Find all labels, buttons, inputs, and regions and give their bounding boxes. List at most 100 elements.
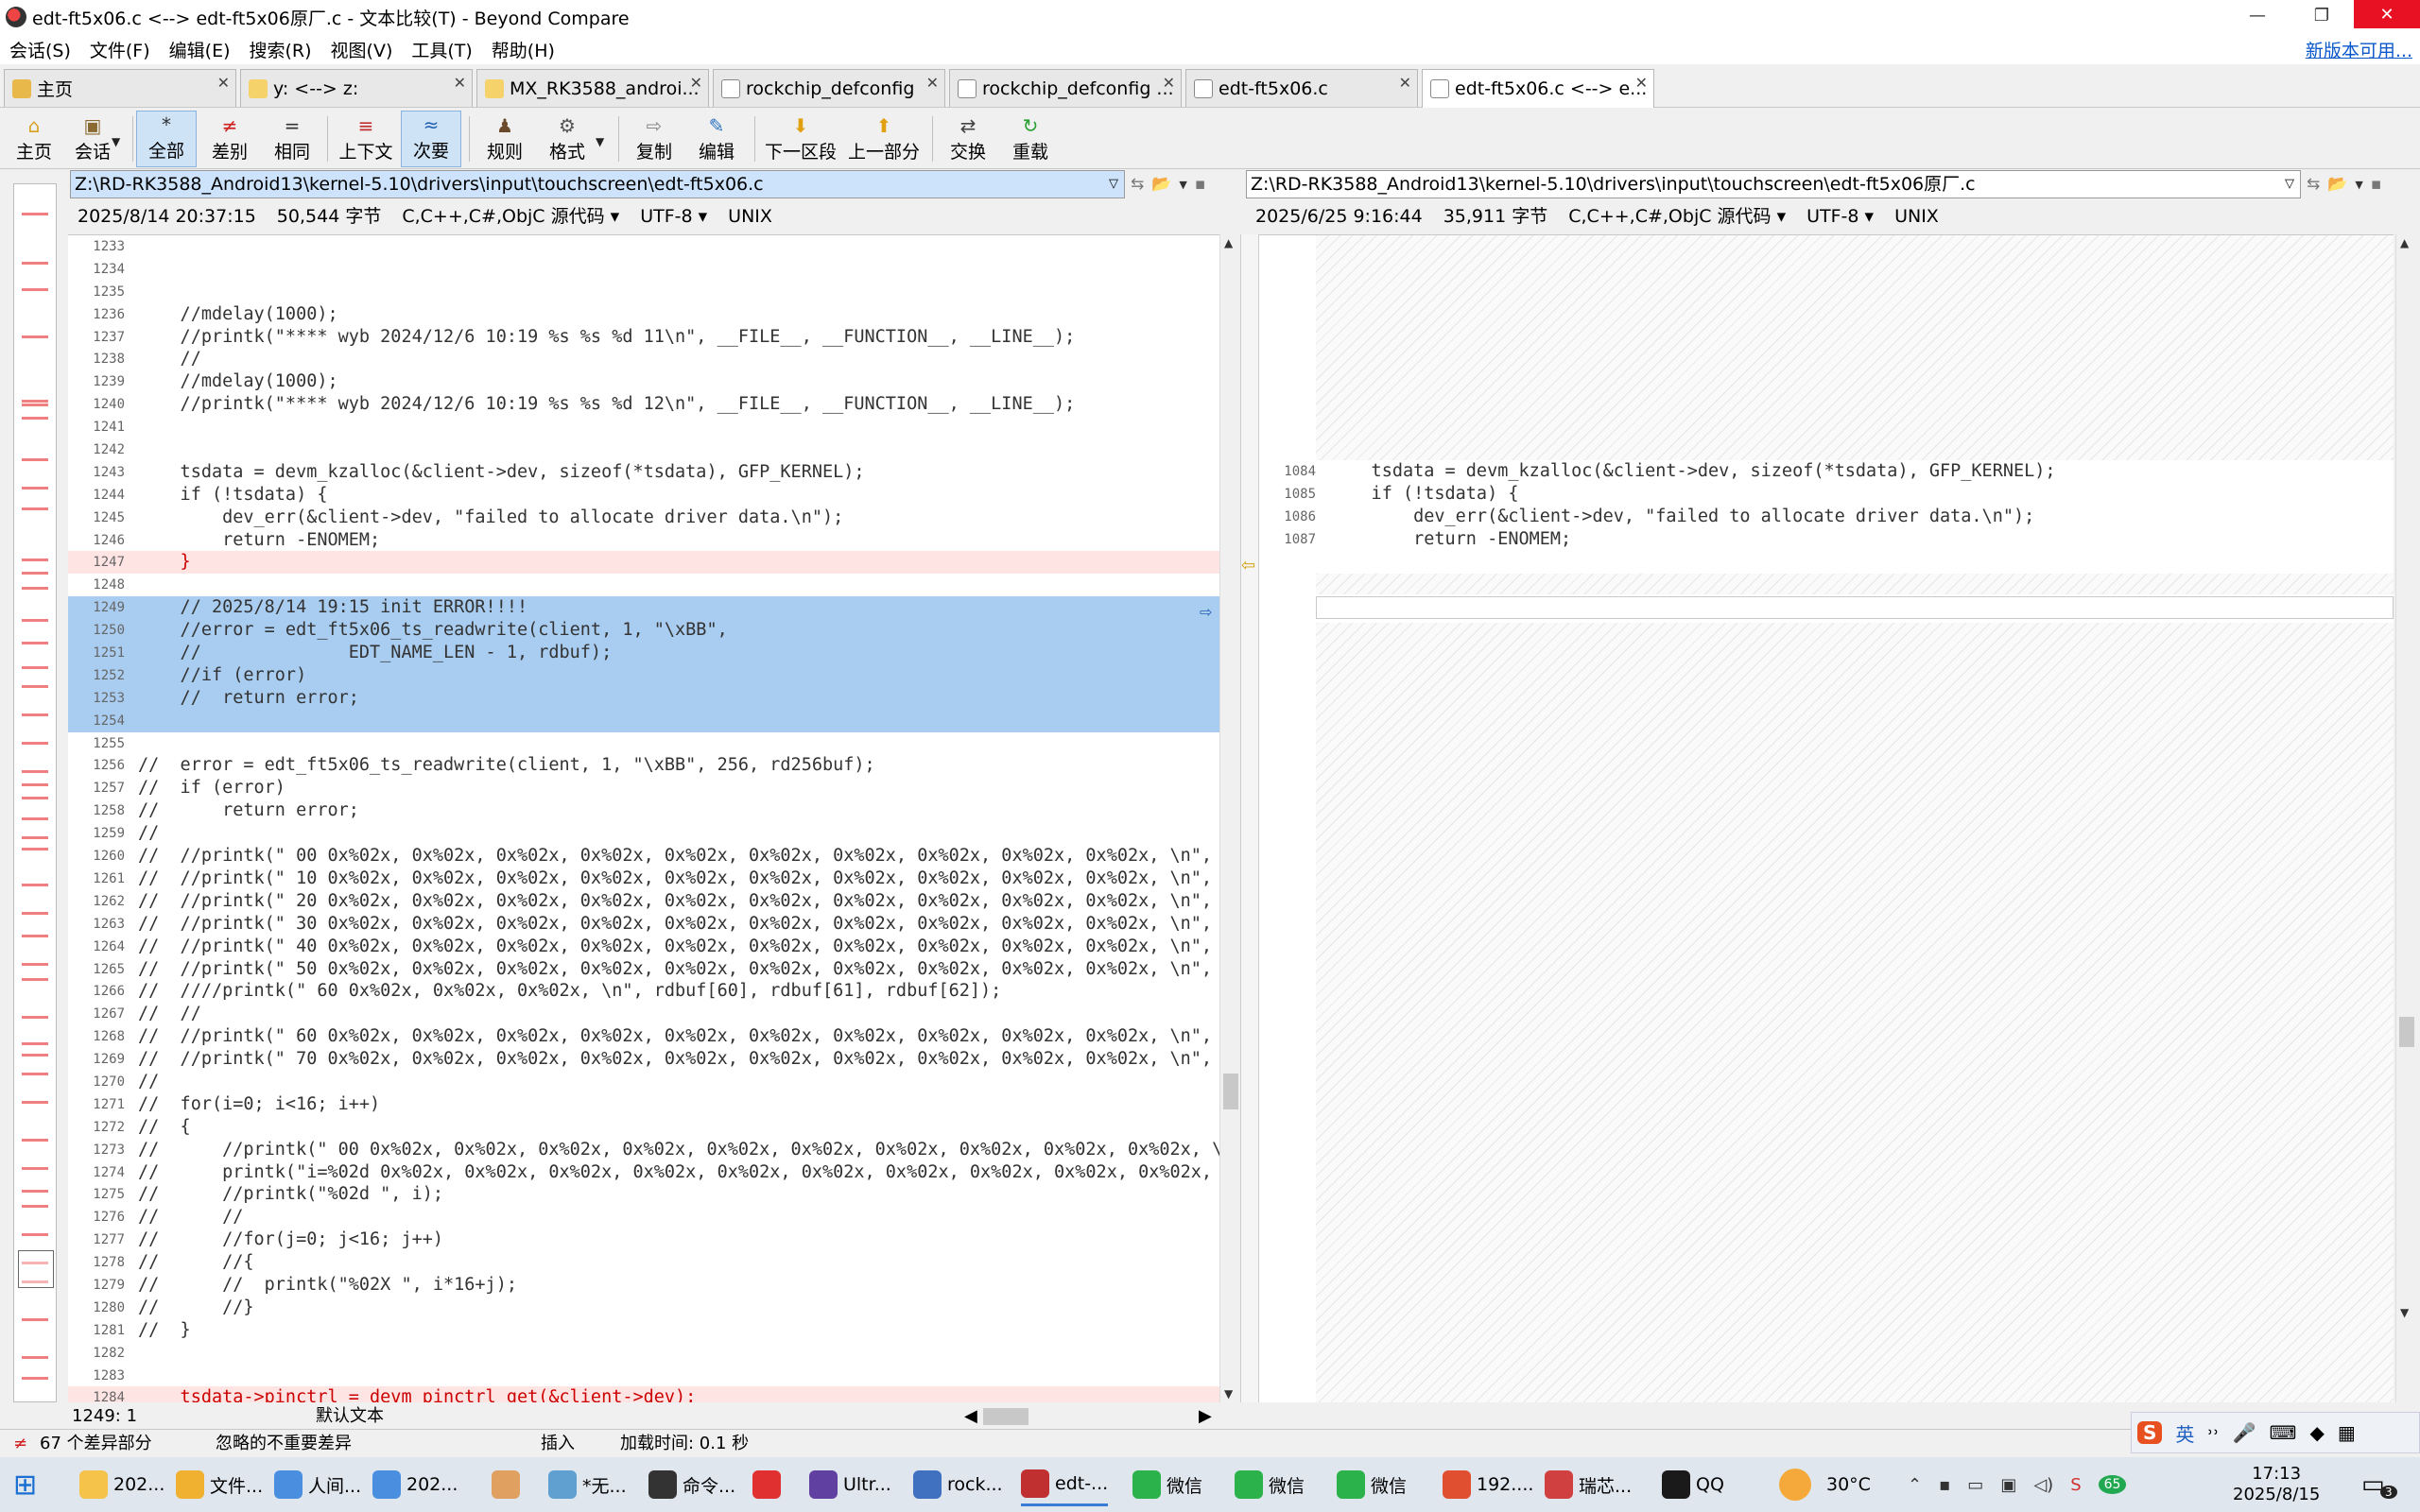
- diff-marker[interactable]: [22, 619, 48, 622]
- taskbar-app[interactable]: 人间...: [274, 1463, 361, 1506]
- show-same-button[interactable]: = 相同: [263, 111, 321, 167]
- diff-marker[interactable]: [22, 770, 48, 773]
- diff-marker[interactable]: [22, 335, 48, 338]
- hscroll-right-icon[interactable]: ▶: [1199, 1404, 1212, 1429]
- code-line[interactable]: 1278 // //{: [68, 1251, 1219, 1274]
- code-line[interactable]: 1276 // //: [68, 1206, 1219, 1228]
- code-line[interactable]: 1244 if (!tsdata) {: [68, 484, 1219, 507]
- diff-marker[interactable]: [22, 713, 48, 716]
- code-line[interactable]: 1250 //error = edt_ft5x06_ts_readwrite(c…: [68, 619, 1219, 643]
- diff-marker[interactable]: [22, 642, 48, 644]
- code-line[interactable]: 1264 // //printk(" 40 0x%02x, 0x%02x, 0x%…: [68, 936, 1219, 958]
- diff-marker[interactable]: [22, 507, 48, 510]
- scroll-thumb[interactable]: [2399, 1017, 2414, 1047]
- copy-left-arrow-icon[interactable]: ⇦: [1241, 556, 1255, 576]
- notification-button[interactable]: ▭ 3: [2361, 1457, 2397, 1512]
- diff-marker[interactable]: [22, 587, 48, 590]
- left-scrollbar[interactable]: ▲ ▼: [1219, 234, 1240, 1402]
- tray-icon[interactable]: ▪: [1939, 1475, 1950, 1495]
- menu-view[interactable]: 视图(V): [321, 37, 403, 62]
- tab-rockchip-defconfig[interactable]: rockchip_defconfig ✕: [713, 69, 945, 107]
- taskbar-app[interactable]: *无...: [548, 1463, 627, 1506]
- diff-marker[interactable]: [22, 1073, 48, 1075]
- diff-marker[interactable]: [22, 400, 48, 403]
- weather-widget[interactable]: 30°C: [1779, 1457, 1871, 1512]
- session-dropdown-icon[interactable]: ▼: [112, 135, 120, 148]
- taskbar-app[interactable]: Ultr...: [809, 1463, 891, 1506]
- code-line[interactable]: 1242: [68, 438, 1219, 461]
- left-format-select[interactable]: C,C++,C#,ObjC 源代码 ▾: [402, 202, 619, 231]
- tab-edt-ft5x06-compare[interactable]: edt-ft5x06.c <--> e... ✕: [1422, 69, 1654, 108]
- swap-path-icon[interactable]: ⇆: [1131, 175, 1144, 194]
- minimize-button[interactable]: —: [2225, 0, 2290, 30]
- copy-button[interactable]: ⇨ 复制: [624, 111, 684, 167]
- save-icon[interactable]: ▪: [1195, 175, 1206, 194]
- taskbar-app[interactable]: 微信: [1337, 1463, 1407, 1506]
- left-encoding-select[interactable]: UTF-8 ▾: [640, 202, 707, 231]
- diff-marker[interactable]: [22, 1190, 48, 1193]
- code-line[interactable]: 1086 dev_err(&client->dev, "failed to al…: [1259, 506, 2394, 528]
- code-line[interactable]: 1267 // //: [68, 1003, 1219, 1025]
- close-icon[interactable]: ✕: [926, 74, 939, 92]
- right-format-select[interactable]: C,C++,C#,ObjC 源代码 ▾: [1568, 202, 1786, 231]
- open-folder-icon[interactable]: 📂: [1151, 175, 1171, 194]
- diff-marker[interactable]: [22, 1139, 48, 1142]
- tab-home[interactable]: 主页 ✕: [4, 69, 236, 107]
- code-line[interactable]: 1233: [68, 235, 1219, 258]
- taskbar-app[interactable]: [752, 1463, 786, 1506]
- taskbar-app[interactable]: 命令...: [648, 1463, 735, 1506]
- scroll-thumb[interactable]: [1223, 1074, 1238, 1109]
- menu-search[interactable]: 搜索(R): [240, 37, 321, 62]
- microphone-icon[interactable]: 🎤: [2233, 1421, 2256, 1444]
- right-eol[interactable]: UNIX: [1894, 202, 1939, 231]
- code-line[interactable]: 1249 // 2025/8/14 19:15 init ERROR!!!!: [68, 596, 1219, 620]
- diff-marker[interactable]: [22, 1042, 48, 1045]
- sogou-icon[interactable]: S: [2070, 1475, 2081, 1495]
- diff-overview-strip[interactable]: [0, 170, 68, 1408]
- code-line[interactable]: 1252 //if (error): [68, 663, 1219, 687]
- swap-button[interactable]: ⇄ 交换: [938, 111, 998, 167]
- diff-marker[interactable]: [22, 458, 48, 461]
- taskbar-app[interactable]: edt-...: [1021, 1463, 1109, 1506]
- chevron-down-icon[interactable]: ▽: [2285, 171, 2294, 198]
- diff-marker[interactable]: [22, 1016, 48, 1019]
- diff-marker[interactable]: [22, 1205, 48, 1208]
- close-icon[interactable]: ✕: [454, 74, 466, 92]
- ime-mode[interactable]: 英: [2175, 1419, 2194, 1447]
- rules-button[interactable]: ♟ 规则: [475, 111, 535, 167]
- code-line[interactable]: 1239 //mdelay(1000);: [68, 370, 1219, 393]
- minor-button[interactable]: ≈ 次要: [401, 111, 461, 167]
- taskbar-app[interactable]: 瑞芯...: [1545, 1463, 1632, 1506]
- code-line[interactable]: 1240 //printk("**** wyb 2024/12/6 10:19 …: [68, 393, 1219, 416]
- chevron-down-icon[interactable]: ▼: [2355, 179, 2362, 191]
- code-line[interactable]: 1280 // //}: [68, 1297, 1219, 1319]
- diff-marker[interactable]: [22, 935, 48, 937]
- chevron-down-icon[interactable]: ▼: [1179, 179, 1186, 191]
- swap-path-icon[interactable]: ⇆: [2307, 175, 2320, 194]
- next-section-button[interactable]: ⬇ 下一区段: [760, 111, 841, 167]
- menu-tools[interactable]: 工具(T): [402, 37, 481, 62]
- format-dropdown-icon[interactable]: ▼: [596, 135, 604, 148]
- close-icon[interactable]: ✕: [690, 74, 702, 92]
- taskbar-app[interactable]: [492, 1463, 526, 1506]
- diff-marker[interactable]: [22, 836, 48, 839]
- code-line[interactable]: 1260 // //printk(" 00 0x%02x, 0x%02x, 0x%…: [68, 845, 1219, 868]
- format-button[interactable]: ⚙ 格式: [537, 111, 597, 167]
- left-code-pane[interactable]: 1233 1234 1235 1236 //mdelay(1000); 1237 //p…: [68, 234, 1219, 1402]
- diff-marker[interactable]: [22, 1101, 48, 1104]
- code-line[interactable]: 1255: [68, 732, 1219, 755]
- ime-toolbar[interactable]: S 英 ˒˒ 🎤 ⌨ ◆ ▦: [2131, 1412, 2420, 1453]
- code-line[interactable]: 1281 // }: [68, 1319, 1219, 1342]
- code-line[interactable]: 1282: [68, 1342, 1219, 1365]
- diff-marker[interactable]: [22, 912, 48, 915]
- scroll-down-icon[interactable]: ▼: [1224, 1387, 1233, 1400]
- prev-part-button[interactable]: ⬆ 上一部分: [843, 111, 925, 167]
- diff-marker[interactable]: [22, 797, 48, 799]
- menu-file[interactable]: 文件(F): [80, 37, 160, 62]
- apps-icon[interactable]: ▦: [2338, 1421, 2356, 1444]
- code-line[interactable]: 1084 tsdata = devm_kzalloc(&client->dev,…: [1259, 460, 2394, 483]
- close-icon[interactable]: ✕: [1163, 74, 1175, 92]
- edit-button[interactable]: ✎ 编辑: [686, 111, 747, 167]
- code-line[interactable]: 1243 tsdata = devm_kzalloc(&client->dev,…: [68, 461, 1219, 484]
- taskbar-app[interactable]: 微信: [1235, 1463, 1305, 1506]
